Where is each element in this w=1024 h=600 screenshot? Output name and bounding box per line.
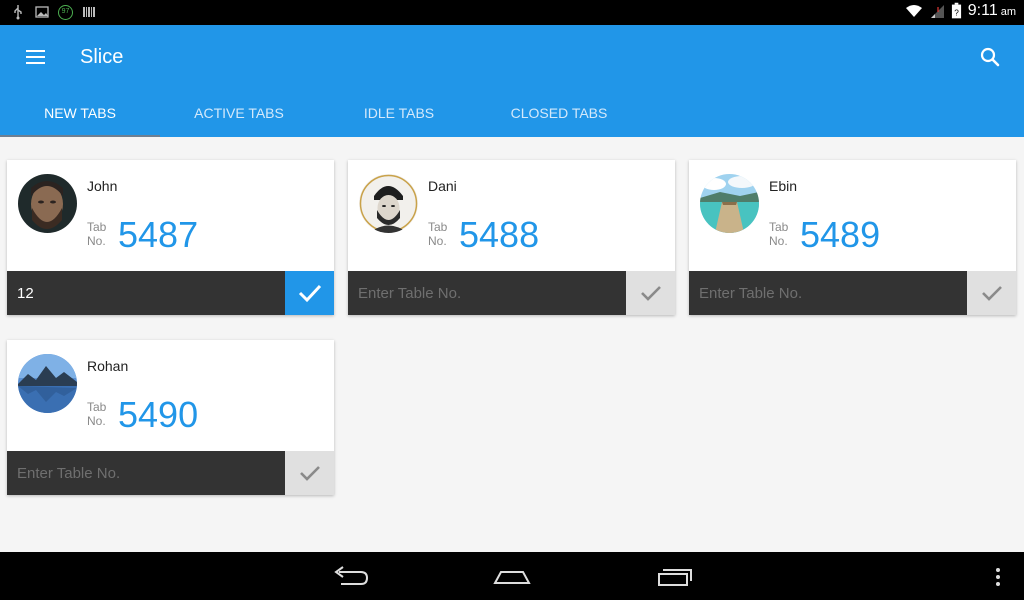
menu-button[interactable] — [18, 42, 54, 72]
tab-no-label: Tab No. — [87, 220, 107, 248]
signal-icon — [930, 5, 944, 18]
clock: 9:11 am — [967, 2, 1016, 19]
tab-new-tabs[interactable]: NEW TABS — [0, 93, 160, 137]
check-icon — [641, 286, 661, 301]
wifi-icon — [905, 5, 922, 17]
confirm-button[interactable] — [967, 271, 1016, 315]
check-icon — [300, 466, 320, 481]
table-entry-row — [7, 451, 334, 495]
app-bar: Slice NEW TABS ACTIVE TABS IDLE TABS CLO… — [0, 25, 1024, 137]
recents-icon — [658, 569, 692, 586]
table-number-input[interactable] — [689, 271, 967, 315]
tab-closed-tabs[interactable]: CLOSED TABS — [479, 93, 639, 137]
avatar — [359, 174, 418, 233]
table-entry-row — [7, 271, 334, 315]
battery-icon: ? — [951, 2, 961, 19]
search-icon — [980, 47, 1000, 67]
customer-name: John — [87, 178, 118, 194]
tab-bar: NEW TABS ACTIVE TABS IDLE TABS CLOSED TA… — [0, 93, 1024, 137]
tab-card: Rohan Tab No. 5490 — [7, 340, 334, 495]
check-icon — [298, 284, 322, 303]
tab-number: 5489 — [800, 214, 881, 255]
search-button[interactable] — [976, 43, 1006, 73]
tab-no-label: Tab No. — [769, 220, 789, 248]
tab-number: 5487 — [118, 214, 199, 255]
tab-card: Ebin Tab No. 5489 — [689, 160, 1016, 315]
avatar — [18, 354, 77, 413]
app-title: Slice — [80, 46, 124, 68]
tab-idle-tabs[interactable]: IDLE TABS — [319, 93, 479, 137]
barcode-icon — [83, 7, 95, 17]
tab-card: Dani Tab No. 5488 — [348, 160, 675, 315]
confirm-button[interactable] — [626, 271, 675, 315]
tab-active-tabs[interactable]: ACTIVE TABS — [159, 93, 319, 137]
table-entry-row — [348, 271, 675, 315]
table-number-input[interactable] — [348, 271, 626, 315]
status-bar: 97 ? 9:11 am — [0, 0, 1024, 25]
confirm-button[interactable] — [285, 451, 334, 495]
customer-name: Rohan — [87, 358, 129, 374]
confirm-button[interactable] — [285, 271, 334, 315]
tab-card: John Tab No. 5487 — [7, 160, 334, 315]
usb-icon — [14, 5, 22, 20]
home-icon — [493, 571, 531, 584]
home-button[interactable] — [492, 564, 532, 588]
back-icon — [334, 566, 369, 585]
tab-no-label: Tab No. — [428, 220, 448, 248]
table-number-input[interactable] — [7, 451, 285, 495]
overflow-menu-icon — [996, 568, 1000, 586]
tab-no-label: Tab No. — [87, 400, 107, 428]
customer-name: Dani — [428, 178, 457, 194]
avatar — [700, 174, 759, 233]
customer-name: Ebin — [769, 178, 798, 194]
back-button[interactable] — [331, 564, 371, 588]
avatar — [18, 174, 77, 233]
tab-number: 5490 — [118, 394, 199, 435]
recents-button[interactable] — [655, 564, 695, 588]
tab-number: 5488 — [459, 214, 540, 255]
navigation-bar — [0, 552, 1024, 600]
svg-text:?: ? — [954, 9, 959, 18]
table-entry-row — [689, 271, 1016, 315]
image-icon — [35, 6, 49, 18]
battery-percent-icon: 97 — [58, 4, 73, 20]
overflow-menu-button[interactable] — [988, 564, 1008, 588]
table-number-input[interactable] — [7, 271, 285, 315]
check-icon — [982, 286, 1002, 301]
